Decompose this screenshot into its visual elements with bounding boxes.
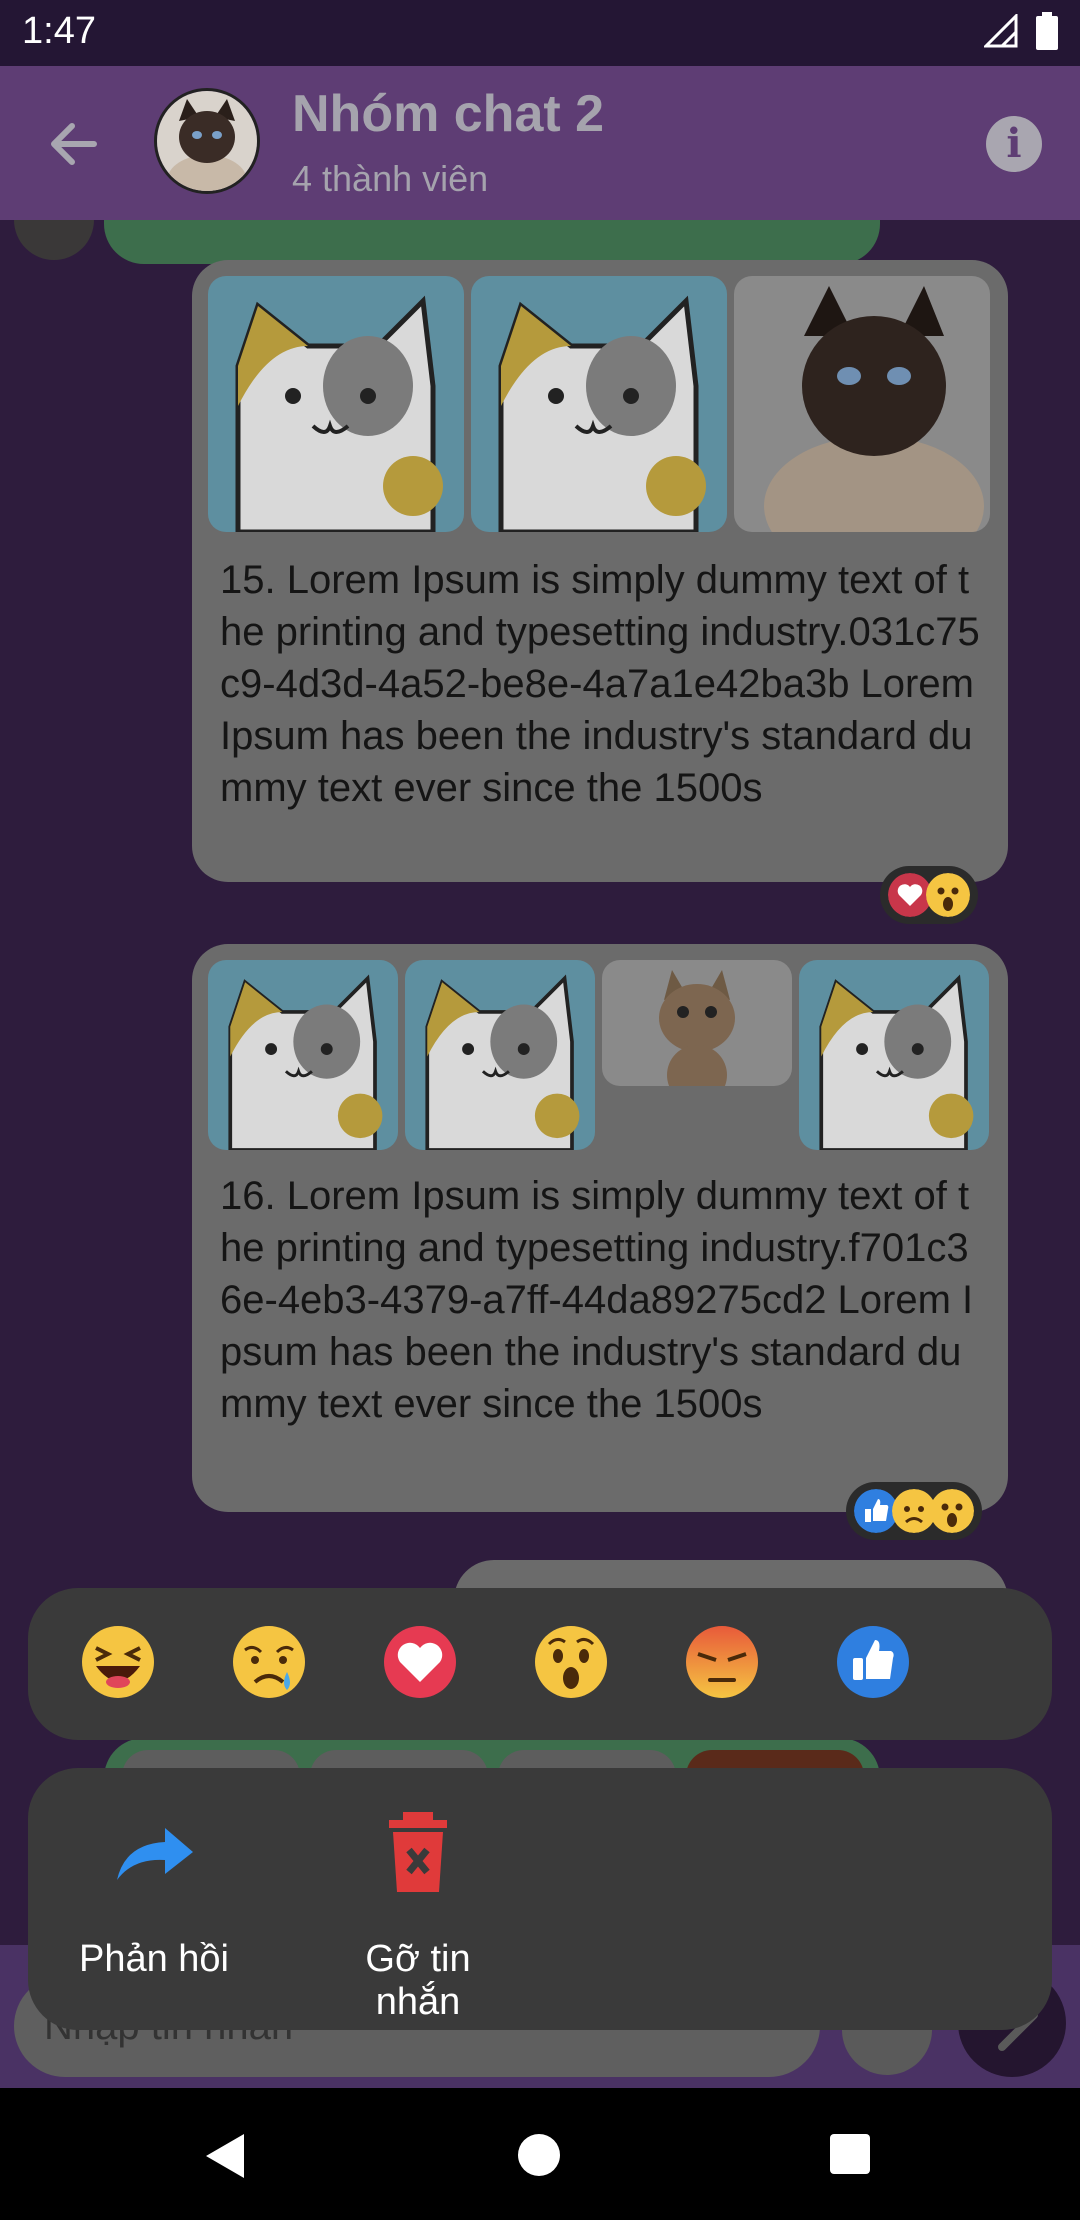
- reply-arrow-icon: [117, 1828, 193, 1880]
- back-arrow-icon[interactable]: [44, 116, 104, 172]
- message-action-sheet: Phản hồi Gỡ tin nhắn: [28, 1768, 1052, 2030]
- cartoon-cat-image[interactable]: [405, 960, 595, 1150]
- sad-emoji-icon[interactable]: [231, 1624, 307, 1700]
- tabby-cat-image[interactable]: [602, 960, 792, 1086]
- angry-emoji-icon[interactable]: [684, 1624, 760, 1700]
- nav-back-icon[interactable]: [204, 2132, 248, 2180]
- like-emoji-icon[interactable]: [835, 1624, 911, 1700]
- reaction-picker: [28, 1588, 1052, 1740]
- delete-label: Gỡ tin nhắn: [365, 1938, 471, 2023]
- chat-title: Nhóm chat 2: [292, 85, 605, 143]
- message-reactions[interactable]: [846, 1482, 982, 1540]
- cartoon-cat-image[interactable]: [208, 276, 464, 532]
- siamese-cat-avatar-image: [157, 91, 257, 191]
- group-avatar[interactable]: [154, 88, 260, 194]
- battery-icon: [1036, 12, 1058, 50]
- cartoon-cat-image[interactable]: [208, 960, 398, 1150]
- trash-icon: [389, 1812, 447, 1892]
- cartoon-cat-image[interactable]: [799, 960, 989, 1150]
- siamese-cat-image[interactable]: [734, 276, 990, 532]
- message-images: [208, 276, 990, 532]
- info-icon[interactable]: i: [986, 116, 1042, 172]
- cartoon-cat-image[interactable]: [471, 276, 727, 532]
- system-nav-bar: [0, 2088, 1080, 2220]
- message-text: 15. Lorem Ipsum is simply dummy text of …: [220, 558, 980, 810]
- message-text: 16. Lorem Ipsum is simply dummy text of …: [220, 1174, 974, 1426]
- screen: 1:47 Nhóm chat 2 4 thành viên i 15. Lore…: [0, 0, 1080, 2220]
- nav-recents-icon[interactable]: [830, 2134, 870, 2174]
- status-bar: 1:47: [0, 0, 1080, 66]
- member-count: 4 thành viên: [292, 158, 489, 199]
- previous-message-bubble[interactable]: [104, 220, 880, 264]
- love-emoji-icon[interactable]: [382, 1624, 458, 1700]
- message-reactions[interactable]: [880, 866, 978, 924]
- wow-reaction-icon: [926, 873, 970, 917]
- reply-action[interactable]: Phản hồi: [64, 1808, 244, 1981]
- signal-icon: [984, 14, 1018, 48]
- sender-avatar: [14, 220, 94, 260]
- app-bar: Nhóm chat 2 4 thành viên i: [0, 66, 1080, 220]
- status-time: 1:47: [22, 10, 96, 52]
- message-bubble[interactable]: 16. Lorem Ipsum is simply dummy text of …: [192, 944, 1008, 1512]
- message-images: [208, 960, 989, 1150]
- wow-reaction-icon: [930, 1489, 974, 1533]
- haha-emoji-icon[interactable]: [80, 1624, 156, 1700]
- message-bubble[interactable]: 15. Lorem Ipsum is simply dummy text of …: [192, 260, 1008, 882]
- nav-home-icon[interactable]: [518, 2134, 560, 2176]
- wow-emoji-icon[interactable]: [533, 1624, 609, 1700]
- reply-label: Phản hồi: [78, 1938, 229, 1980]
- delete-action[interactable]: Gỡ tin nhắn: [318, 1808, 518, 2024]
